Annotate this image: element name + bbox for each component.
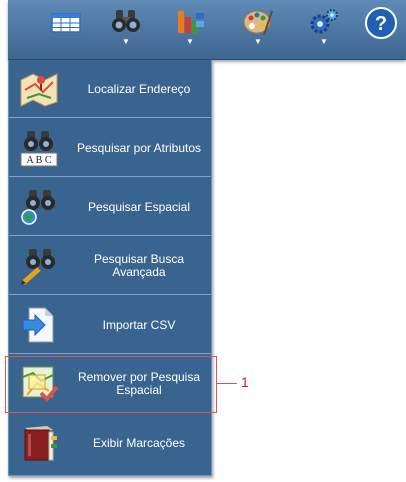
settings-button[interactable]: ▼	[302, 4, 346, 52]
search-button[interactable]: ▼	[104, 4, 148, 52]
dropdown-menu: Localizar Endereço A B C Pesquisar por A…	[8, 60, 212, 476]
layers-chart-icon	[178, 11, 204, 33]
dropdown-arrow-icon: ▼	[320, 37, 328, 46]
menu-item-pesquisar-por-atributos[interactable]: A B C Pesquisar por Atributos	[9, 119, 211, 177]
dropdown-arrow-icon: ▼	[254, 37, 262, 46]
menu-item-label: Exibir Marcações	[92, 435, 186, 450]
menu-item-label: Localizar Endereço	[87, 81, 191, 96]
menu-item-localizar-endereco[interactable]: Localizar Endereço	[9, 60, 211, 118]
layers-button[interactable]: ▼	[168, 4, 212, 52]
help-icon: ?	[365, 7, 397, 39]
binoculars-globe-icon	[21, 190, 55, 225]
menu-item-label: Importar CSV	[102, 317, 176, 332]
help-button[interactable]: ?	[362, 4, 406, 52]
book-icon	[24, 426, 57, 461]
dropdown-arrow-icon: ▼	[186, 37, 194, 46]
menu-item-exibir-marcacoes[interactable]: Exibir Marcações	[9, 414, 211, 472]
callout-line	[217, 383, 237, 384]
binoculars-abc-icon: A B C	[20, 131, 58, 167]
menu-item-label: Pesquisar por Atributos	[76, 140, 202, 155]
svg-text:A B C: A B C	[26, 155, 51, 166]
import-file-icon	[22, 307, 54, 343]
palette-icon	[243, 10, 273, 36]
callout-label: 1	[241, 374, 249, 390]
table-button[interactable]	[44, 4, 88, 52]
menu-item-pesquisar-espacial[interactable]: Pesquisar Espacial	[9, 178, 211, 236]
toolbar: ▼ ▼ ▼ ▼ ?	[8, 0, 406, 60]
table-icon	[51, 13, 81, 33]
menu-item-pesquisar-busca-avancada[interactable]: Pesquisar Busca Avançada	[9, 237, 211, 295]
map-icon	[20, 73, 58, 107]
highlight-box	[5, 356, 217, 413]
binoculars-pencil-icon	[21, 249, 55, 285]
menu-item-label: Pesquisar Espacial	[87, 199, 191, 214]
palette-button[interactable]: ▼	[236, 4, 280, 52]
menu-item-label: Pesquisar Busca Avançada	[93, 252, 185, 279]
gears-icon	[310, 9, 338, 34]
svg-text:?: ?	[375, 13, 387, 35]
binoculars-icon	[112, 10, 140, 32]
menu-item-importar-csv[interactable]: Importar CSV	[9, 296, 211, 354]
dropdown-arrow-icon: ▼	[122, 37, 130, 46]
